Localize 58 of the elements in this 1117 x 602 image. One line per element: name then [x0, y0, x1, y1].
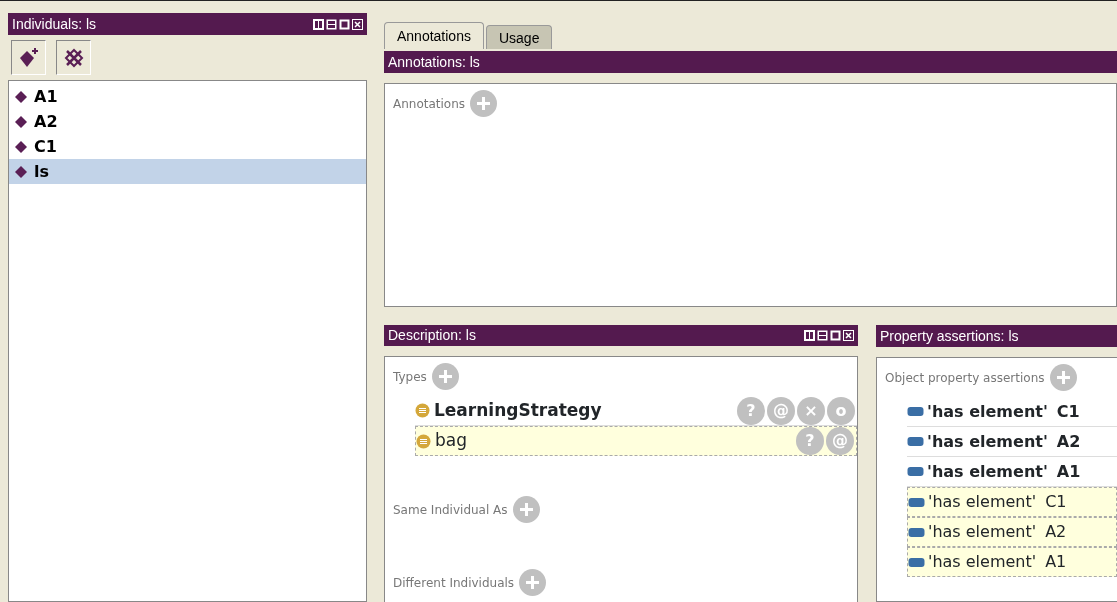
class-icon [416, 433, 431, 449]
tab[interactable]: Usage [485, 25, 553, 49]
property-value: C1 [1056, 400, 1080, 423]
diamond-icon [14, 164, 28, 179]
individual-item[interactable]: A1 [9, 84, 366, 109]
individual-item[interactable]: C1 [9, 134, 366, 159]
split-horizontal-icon[interactable] [817, 330, 828, 341]
close-icon[interactable] [352, 18, 363, 30]
add-individual-button[interactable] [11, 40, 46, 75]
property-icon [907, 466, 924, 477]
section-label: Types [393, 368, 427, 386]
plus-icon [1055, 370, 1071, 385]
diamond-icon [14, 114, 28, 129]
type-label: bag [435, 429, 467, 453]
plus-icon [518, 502, 534, 517]
section-label: Object property assertions [885, 369, 1045, 387]
maximize-icon[interactable] [830, 330, 841, 341]
property-name: 'has element' [928, 491, 1037, 513]
property-value: A1 [1056, 460, 1081, 483]
split-icon[interactable] [313, 18, 324, 30]
maximize-icon[interactable] [339, 18, 350, 30]
individual-item[interactable]: A2 [9, 109, 366, 134]
delete-individual-button[interactable] [56, 40, 91, 75]
property-icon [907, 436, 924, 447]
property-value: A1 [1045, 551, 1067, 573]
split-horizontal-icon[interactable] [326, 18, 337, 30]
section-label: Same Individual As [393, 501, 508, 519]
section-label: Different Individuals [393, 574, 515, 592]
plus-icon [525, 575, 541, 590]
close-icon[interactable] [843, 330, 854, 341]
panel-title: Property assertions: ls [880, 326, 1019, 346]
diamond-icon [14, 139, 28, 154]
property-icon [908, 526, 925, 538]
diamond-cross-icon [62, 46, 85, 69]
property-name: 'has element' [928, 521, 1037, 543]
property-value: C1 [1045, 491, 1067, 513]
type-label: LearningStrategy [434, 398, 602, 422]
diamond-plus-icon [17, 46, 40, 69]
individual-item[interactable]: ls [9, 159, 366, 184]
property-icon [908, 496, 925, 508]
split-icon[interactable] [804, 330, 815, 341]
property-icon [908, 556, 925, 568]
property-value: A2 [1056, 430, 1081, 453]
panel-title: Annotations: ls [388, 52, 480, 72]
tab[interactable]: Annotations [384, 22, 484, 49]
panel-title: Description: ls [388, 326, 476, 345]
property-name: 'has element' [928, 551, 1037, 573]
plus-icon [437, 369, 453, 384]
property-name: 'has element' [927, 430, 1048, 453]
diamond-icon [14, 89, 28, 104]
property-value: A2 [1045, 521, 1067, 543]
plus-icon [476, 96, 492, 111]
property-icon [907, 406, 924, 417]
class-icon [415, 403, 430, 418]
property-name: 'has element' [927, 460, 1048, 483]
panel-title: Individuals: ls [12, 14, 97, 34]
property-name: 'has element' [927, 400, 1048, 423]
section-label: Annotations [393, 95, 466, 113]
